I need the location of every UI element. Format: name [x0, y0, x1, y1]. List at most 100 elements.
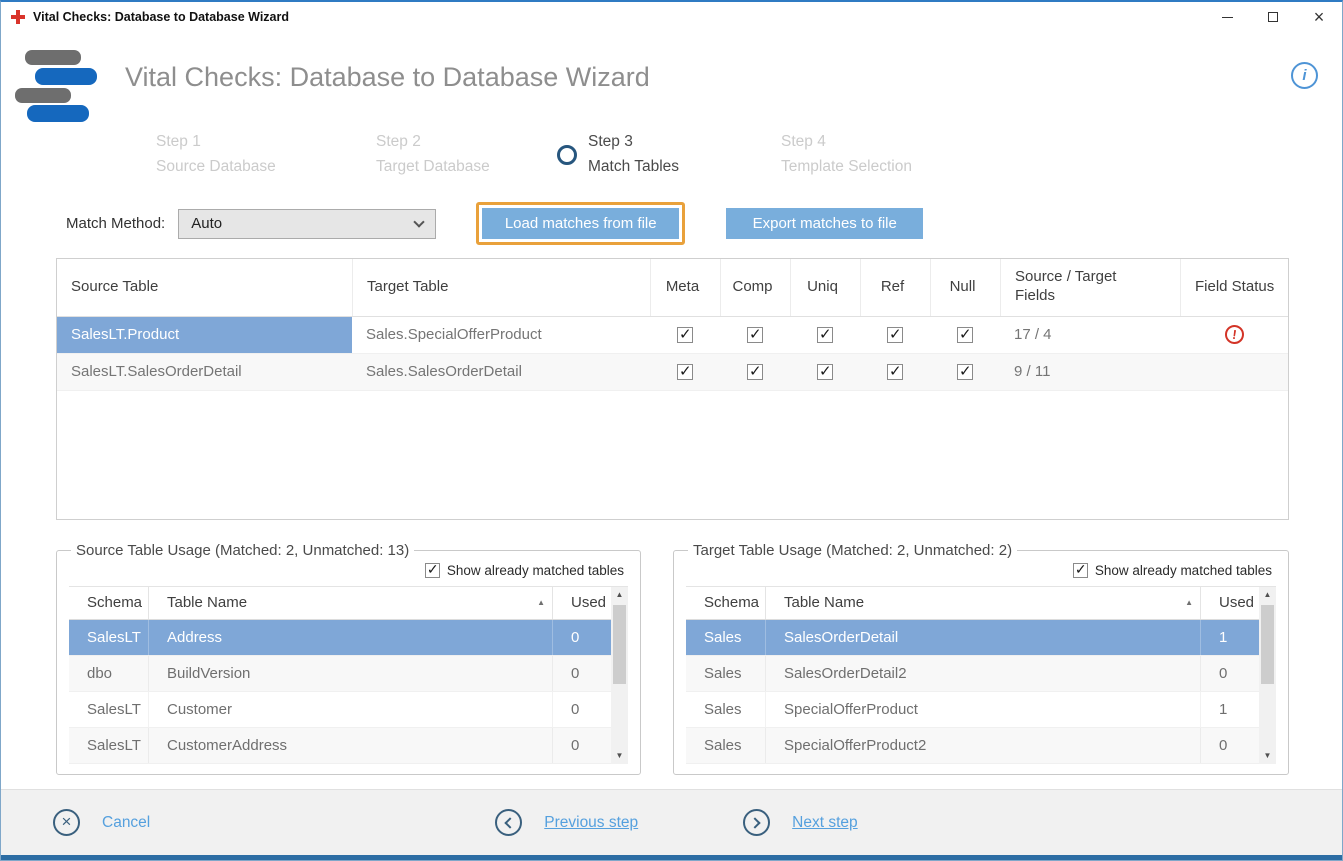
schema-cell: Sales — [686, 656, 766, 691]
usage-row[interactable]: SalesLT Address 0 — [69, 620, 611, 656]
step-1: Step 1 Source Database — [156, 130, 376, 180]
scrollbar[interactable]: ▲ ▼ — [1259, 587, 1276, 764]
cancel-button[interactable]: × Cancel — [53, 809, 150, 836]
used-cell: 0 — [553, 620, 611, 655]
match-table-row[interactable]: SalesLT.SalesOrderDetail Sales.SalesOrde… — [57, 354, 1288, 391]
sort-asc-icon: ▲ — [537, 598, 545, 607]
step-number: Step 3 — [588, 130, 679, 155]
scroll-up-icon[interactable]: ▲ — [1259, 587, 1276, 603]
column-header-ref: Ref — [860, 259, 930, 316]
cancel-icon: × — [53, 809, 80, 836]
usage-row[interactable]: Sales SalesOrderDetail 1 — [686, 620, 1259, 656]
step-indicator: Step 1 Source Database Step 2 Target Dat… — [1, 130, 1342, 180]
meta-checkbox[interactable] — [677, 364, 693, 380]
source-usage-panel: Source Table Usage (Matched: 2, Unmatche… — [56, 542, 641, 775]
schema-cell: SalesLT — [69, 692, 149, 727]
wizard-content: Vital Checks: Database to Database Wizar… — [1, 32, 1342, 860]
column-header-schema[interactable]: Schema — [686, 587, 766, 619]
step-label: Template Selection — [781, 155, 912, 180]
schema-cell: Sales — [686, 728, 766, 763]
step-2: Step 2 Target Database — [376, 130, 557, 180]
column-header-schema[interactable]: Schema — [69, 587, 149, 619]
step-4: Step 4 Template Selection — [781, 130, 912, 180]
usage-row[interactable]: Sales SpecialOfferProduct2 0 — [686, 728, 1259, 764]
scroll-thumb[interactable] — [1261, 605, 1274, 685]
column-header-table-name[interactable]: Table Name ▲ — [149, 587, 553, 619]
highlight-annotation: Load matches from file — [476, 202, 685, 245]
window-title: Vital Checks: Database to Database Wizar… — [33, 10, 289, 24]
usage-panels: Source Table Usage (Matched: 2, Unmatche… — [56, 542, 1289, 775]
maximize-icon — [1268, 12, 1278, 22]
column-header-field-status: Field Status — [1180, 259, 1288, 316]
ref-checkbox[interactable] — [887, 364, 903, 380]
maximize-button[interactable] — [1250, 2, 1296, 32]
app-logo-icon — [11, 50, 99, 122]
scroll-track[interactable] — [611, 603, 628, 748]
show-matched-label: Show already matched tables — [1095, 563, 1272, 578]
column-header-fields: Source / Target Fields — [1000, 259, 1180, 316]
page-title: Vital Checks: Database to Database Wizar… — [125, 62, 650, 93]
fields-cell: 9 / 11 — [1000, 354, 1180, 390]
step-number: Step 1 — [156, 130, 376, 155]
used-cell: 1 — [1201, 692, 1259, 727]
app-cross-icon — [11, 10, 25, 24]
show-matched-checkbox[interactable] — [425, 563, 440, 578]
column-header-null: Null — [930, 259, 1000, 316]
null-checkbox[interactable] — [957, 364, 973, 380]
null-checkbox[interactable] — [957, 327, 973, 343]
ref-checkbox[interactable] — [887, 327, 903, 343]
match-table-header: Source Table Target Table Meta Comp Uniq… — [57, 259, 1288, 317]
previous-step-button[interactable]: Previous step — [495, 809, 638, 836]
info-icon[interactable]: i — [1291, 62, 1318, 89]
table-name-cell: Customer — [149, 692, 553, 727]
match-table: Source Table Target Table Meta Comp Uniq… — [56, 258, 1289, 520]
uniq-checkbox[interactable] — [817, 364, 833, 380]
cancel-label: Cancel — [102, 814, 150, 832]
scroll-thumb[interactable] — [613, 605, 626, 685]
usage-row[interactable]: Sales SalesOrderDetail2 0 — [686, 656, 1259, 692]
scrollbar[interactable]: ▲ ▼ — [611, 587, 628, 764]
table-name-cell: SalesOrderDetail — [766, 620, 1201, 655]
column-header-meta: Meta — [650, 259, 720, 316]
chevron-left-icon — [495, 809, 522, 836]
table-name-cell: CustomerAddress — [149, 728, 553, 763]
usage-row[interactable]: SalesLT CustomerAddress 0 — [69, 728, 611, 764]
error-status-icon — [1223, 324, 1244, 345]
scroll-down-icon[interactable]: ▼ — [1259, 748, 1276, 764]
match-table-row[interactable]: SalesLT.Product Sales.SpecialOfferProduc… — [57, 317, 1288, 354]
show-matched-checkbox[interactable] — [1073, 563, 1088, 578]
footer: × Cancel Previous step Next step — [1, 789, 1342, 860]
uniq-checkbox[interactable] — [817, 327, 833, 343]
page-header: Vital Checks: Database to Database Wizar… — [1, 32, 1342, 122]
next-step-button[interactable]: Next step — [743, 809, 857, 836]
step-number: Step 2 — [376, 130, 557, 155]
comp-checkbox[interactable] — [747, 364, 763, 380]
column-header-table-name[interactable]: Table Name ▲ — [766, 587, 1201, 619]
column-header-target-table: Target Table — [352, 259, 650, 316]
meta-checkbox[interactable] — [677, 327, 693, 343]
column-header-used[interactable]: Used — [1201, 587, 1259, 619]
table-name-cell: SpecialOfferProduct2 — [766, 728, 1201, 763]
scroll-down-icon[interactable]: ▼ — [611, 748, 628, 764]
match-method-select[interactable]: Auto — [178, 209, 436, 239]
minimize-button[interactable] — [1204, 2, 1250, 32]
close-button[interactable]: × — [1296, 2, 1342, 32]
comp-checkbox[interactable] — [747, 327, 763, 343]
table-name-cell: SalesOrderDetail2 — [766, 656, 1201, 691]
export-matches-button[interactable]: Export matches to file — [726, 208, 923, 239]
load-matches-button[interactable]: Load matches from file — [482, 208, 679, 239]
match-method-value: Auto — [191, 215, 222, 232]
scroll-up-icon[interactable]: ▲ — [611, 587, 628, 603]
usage-row[interactable]: Sales SpecialOfferProduct 1 — [686, 692, 1259, 728]
step-label: Source Database — [156, 155, 376, 180]
usage-row[interactable]: dbo BuildVersion 0 — [69, 656, 611, 692]
target-usage-panel: Target Table Usage (Matched: 2, Unmatche… — [673, 542, 1289, 775]
scroll-track[interactable] — [1259, 603, 1276, 748]
used-cell: 0 — [553, 656, 611, 691]
usage-row[interactable]: SalesLT Customer 0 — [69, 692, 611, 728]
column-header-used[interactable]: Used — [553, 587, 611, 619]
table-name-cell: SpecialOfferProduct — [766, 692, 1201, 727]
previous-step-label: Previous step — [544, 814, 638, 832]
usage-table-header: Schema Table Name ▲ Used — [69, 587, 611, 620]
used-cell: 0 — [553, 692, 611, 727]
